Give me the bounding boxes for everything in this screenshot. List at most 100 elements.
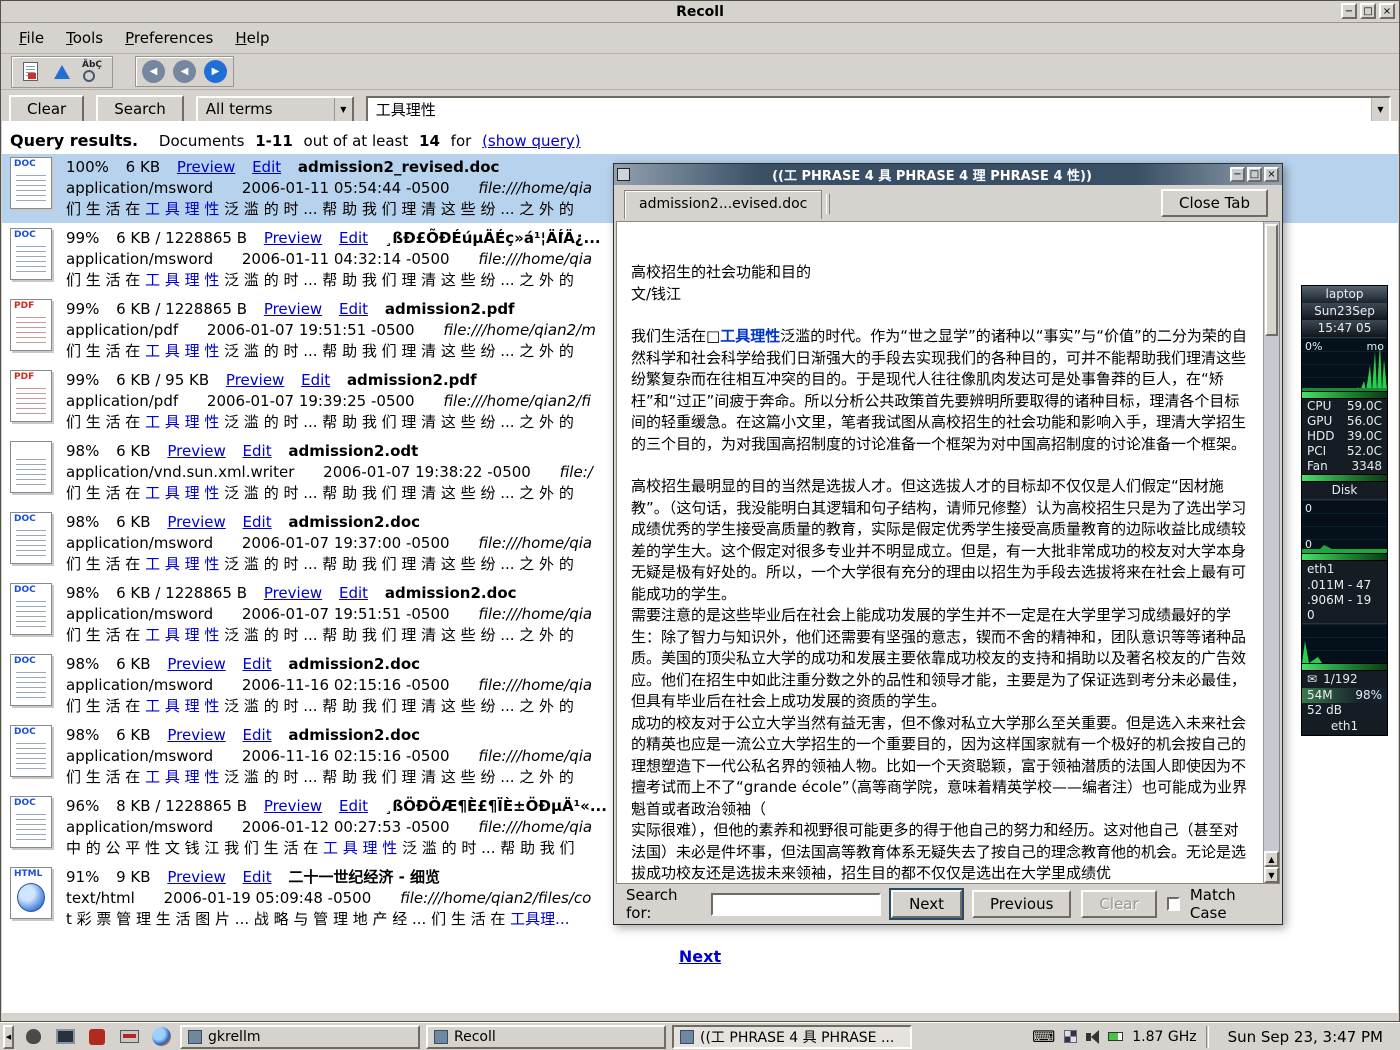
edit-link[interactable]: Edit — [252, 158, 281, 176]
preview-link[interactable]: Preview — [264, 797, 322, 815]
file-type-icon — [10, 441, 52, 493]
panel-hide-icon[interactable]: ◀ — [3, 1025, 14, 1049]
printer-icon — [120, 1030, 139, 1043]
preview-link[interactable]: Preview — [167, 442, 225, 460]
browser-launcher[interactable] — [148, 1025, 174, 1049]
print-launcher[interactable] — [116, 1025, 142, 1049]
terminal-launcher[interactable] — [52, 1025, 78, 1049]
file-size: 6 KB / 1228865 B — [116, 229, 247, 247]
preview-link[interactable]: Preview — [177, 158, 235, 176]
result-date: 2006-01-07 19:51:51 -0500 — [242, 605, 450, 623]
menu-item[interactable]: Preferences — [115, 25, 223, 51]
file-type-label: DOC — [14, 514, 36, 524]
scrollbar-thumb[interactable] — [1265, 224, 1278, 336]
query-input[interactable]: 工具理性 ▼ — [366, 96, 1391, 123]
next-page-link[interactable]: Next — [668, 947, 732, 966]
edit-link[interactable]: Edit — [339, 584, 368, 602]
file-type-label: DOC — [14, 798, 36, 808]
speaker-icon[interactable] — [1086, 1030, 1099, 1044]
close-icon[interactable]: × — [1379, 3, 1395, 19]
paragraph — [631, 305, 1250, 326]
run-query-icon[interactable] — [50, 60, 74, 84]
edit-link[interactable]: Edit — [339, 229, 368, 247]
preview-link[interactable]: Preview — [167, 726, 225, 744]
menu-item[interactable]: Help — [225, 25, 279, 51]
preview-link[interactable]: Preview — [167, 868, 225, 886]
go-prev-icon[interactable]: ◀ — [173, 60, 196, 83]
go-next-icon[interactable]: ▶ — [204, 60, 227, 83]
edit-link[interactable]: Edit — [243, 726, 272, 744]
edit-link[interactable]: Edit — [339, 300, 368, 318]
file-type-icon: DOC — [10, 583, 52, 635]
preview-link[interactable]: Preview — [167, 655, 225, 673]
result-filename: admission2_revised.doc — [298, 158, 500, 176]
highlighted-term: 工具理性 — [720, 327, 780, 345]
menubar: File Tools Preferences Help — [1, 23, 1399, 54]
edit-link[interactable]: Edit — [243, 868, 272, 886]
scrollbar[interactable]: ▲ ▼ — [1263, 222, 1279, 883]
close-tab-button[interactable]: Close Tab — [1161, 189, 1268, 217]
query-history-dropdown-icon[interactable]: ▼ — [1371, 98, 1389, 121]
search-button[interactable]: Search — [96, 95, 184, 123]
menu-item[interactable]: Tools — [56, 25, 113, 51]
maximize-icon[interactable]: □ — [1247, 167, 1262, 182]
media-launcher[interactable] — [84, 1025, 110, 1049]
maximize-icon[interactable]: □ — [1360, 3, 1376, 19]
find-input[interactable] — [711, 893, 881, 916]
preview-link[interactable]: Preview — [264, 229, 322, 247]
taskbar-task[interactable]: Recoll — [426, 1025, 666, 1049]
search-mode-select[interactable]: All terms ▼ — [196, 96, 354, 123]
result-date: 2006-01-07 19:37:00 -0500 — [242, 534, 450, 552]
preview-tab[interactable]: admission2...evised.doc — [624, 190, 822, 219]
taskbar-task[interactable]: ((工 PHRASE 4 具 PHRASE ... — [672, 1025, 912, 1049]
result-url: file:///home/qian2/m — [443, 321, 595, 339]
go-first-icon[interactable]: ◀ — [142, 60, 165, 83]
scroll-up-icon[interactable]: ▲ — [1264, 851, 1279, 867]
preview-link[interactable]: Preview — [264, 300, 322, 318]
gkrellm-bottom-label: eth1 — [1302, 718, 1387, 735]
minimize-icon[interactable]: − — [1341, 3, 1357, 19]
preview-titlebar[interactable]: ((工 PHRASE 4 具 PHRASE 4 理 PHRASE 4 性)) −… — [614, 164, 1282, 185]
preview-link[interactable]: Preview — [226, 371, 284, 389]
clear-search-icon[interactable] — [18, 60, 42, 84]
scroll-down-icon[interactable]: ▼ — [1264, 867, 1279, 883]
firefox-icon — [152, 1027, 171, 1046]
find-clear-button[interactable]: Clear — [1081, 890, 1156, 918]
cpu-frequency: 1.87 GHz — [1132, 1029, 1196, 1045]
minimize-icon[interactable]: − — [1230, 167, 1245, 182]
result-url: file:///home/qia — [478, 179, 592, 197]
battery-icon[interactable] — [1108, 1032, 1123, 1041]
show-query-link[interactable]: (show query) — [482, 132, 581, 150]
edit-link[interactable]: Edit — [243, 655, 272, 673]
close-icon[interactable]: × — [1264, 167, 1279, 182]
edit-link[interactable]: Edit — [301, 371, 330, 389]
edit-link[interactable]: Edit — [243, 442, 272, 460]
mime-type: application/vnd.sun.xml.writer — [66, 463, 294, 481]
find-previous-button[interactable]: Previous — [972, 890, 1071, 918]
edit-link[interactable]: Edit — [339, 797, 368, 815]
clear-button[interactable]: Clear — [9, 95, 84, 123]
taskbar-clock[interactable]: Sun Sep 23, 3:47 PM — [1218, 1028, 1393, 1046]
task-icon — [188, 1030, 202, 1044]
menu-item[interactable]: File — [9, 25, 54, 51]
keyboard-layout-icon[interactable]: ⌨ — [1032, 1029, 1055, 1045]
query-value: 工具理性 — [376, 99, 436, 120]
file-type-icon: DOC — [10, 157, 52, 209]
preview-link[interactable]: Preview — [167, 513, 225, 531]
net-chart-graph — [1302, 623, 1387, 663]
find-next-button[interactable]: Next — [891, 890, 962, 918]
file-type-icon: DOC — [10, 512, 52, 564]
edit-link[interactable]: Edit — [243, 513, 272, 531]
match-case-checkbox[interactable] — [1167, 897, 1180, 911]
taskbar-task[interactable]: gkrellm — [180, 1025, 420, 1049]
menu-launcher[interactable] — [20, 1025, 46, 1049]
preview-link[interactable]: Preview — [264, 584, 322, 602]
term-explorer-icon[interactable]: ÂbÇ — [82, 60, 106, 84]
highlighted-term: 工 具 理 性 — [145, 342, 219, 360]
gkrellm-panel[interactable]: laptop Sun23Sep 15:47 05 0% mo CPU59.0C … — [1301, 285, 1388, 736]
workspace-switcher-icon[interactable] — [1064, 1030, 1077, 1043]
preview-tabbar: admission2...evised.doc Close Tab — [614, 185, 1282, 219]
recoll-titlebar[interactable]: Recoll − □ × — [1, 1, 1399, 23]
mime-type: application/pdf — [66, 392, 178, 410]
relevance-score: 98% — [66, 584, 99, 602]
